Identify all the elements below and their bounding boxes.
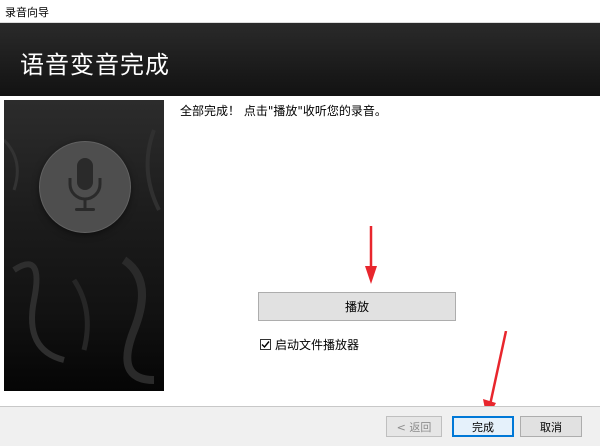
red-arrow-icon [365, 226, 377, 284]
back-button[interactable]: < 返回 [386, 416, 442, 437]
sidebar-image [4, 100, 164, 391]
window-title: 录音向导 [5, 6, 49, 19]
completion-message: 全部完成！ 点击"播放"收听您的录音。 [180, 104, 387, 118]
wizard-content: 全部完成！ 点击"播放"收听您的录音。 播放 启动文件播放器 [0, 96, 600, 419]
wizard-footer: < 返回 完成 取消 [0, 407, 600, 446]
page-heading: 语音变音完成 [20, 51, 170, 79]
microphone-icon [68, 158, 102, 211]
microphone-badge [40, 142, 130, 232]
cancel-button[interactable]: 取消 [520, 416, 582, 437]
launch-player-checkbox[interactable] [260, 339, 271, 350]
launch-player-option[interactable]: 启动文件播放器 [260, 336, 359, 353]
play-button[interactable]: 播放 [258, 292, 456, 321]
title-bar: 录音向导 [0, 0, 600, 23]
launch-player-label: 启动文件播放器 [275, 338, 360, 352]
finish-button[interactable]: 完成 [452, 416, 514, 437]
check-icon [261, 341, 270, 349]
wizard-header: 语音变音完成 [0, 23, 600, 96]
